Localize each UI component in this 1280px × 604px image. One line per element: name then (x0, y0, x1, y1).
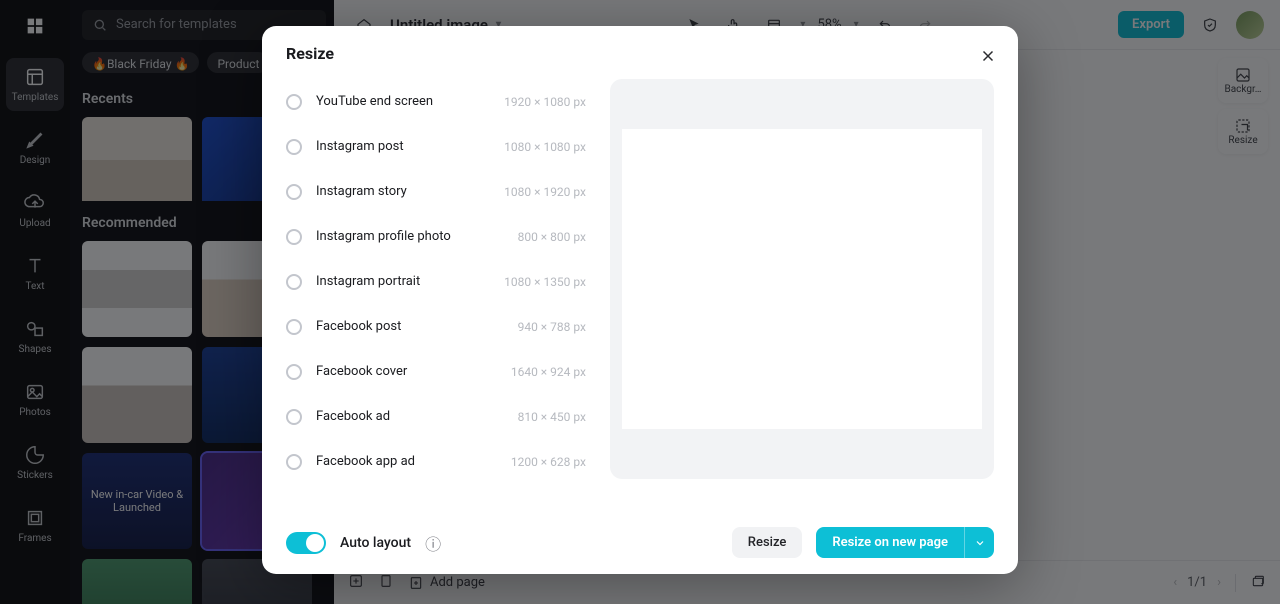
preview-canvas (622, 129, 982, 429)
dialog-footer: Auto layout ⓘ Resize Resize on new page (262, 511, 1018, 574)
chevron-down-icon[interactable] (964, 527, 994, 558)
resize-dialog: Resize YouTube end screen 1920 × 1080 px… (262, 26, 1018, 574)
size-option[interactable]: Instagram portrait 1080 × 1350 px (286, 259, 586, 304)
resize-action-button[interactable]: Resize (732, 527, 803, 558)
auto-layout-label: Auto layout (340, 535, 411, 551)
size-list: YouTube end screen 1920 × 1080 px Instag… (286, 79, 586, 511)
auto-layout-toggle[interactable] (286, 532, 326, 554)
radio-icon (286, 94, 302, 110)
preview-pane (610, 79, 994, 479)
close-button[interactable] (974, 42, 1002, 70)
radio-icon (286, 184, 302, 200)
radio-icon (286, 454, 302, 470)
size-option[interactable]: Facebook app ad 1200 × 628 px (286, 439, 586, 484)
radio-icon (286, 229, 302, 245)
radio-icon (286, 409, 302, 425)
size-option[interactable]: YouTube end screen 1920 × 1080 px (286, 79, 586, 124)
radio-icon (286, 364, 302, 380)
info-icon[interactable]: ⓘ (425, 531, 441, 555)
size-option[interactable]: Instagram post 1080 × 1080 px (286, 124, 586, 169)
dialog-title: Resize (262, 26, 1018, 75)
size-option[interactable]: Facebook cover 1640 × 924 px (286, 349, 586, 394)
size-option[interactable]: Instagram story 1080 × 1920 px (286, 169, 586, 214)
size-option[interactable]: Facebook ad 810 × 450 px (286, 394, 586, 439)
radio-icon (286, 274, 302, 290)
resize-new-page-button[interactable]: Resize on new page (816, 527, 994, 558)
size-option[interactable]: Facebook post 940 × 788 px (286, 304, 586, 349)
close-icon (979, 47, 997, 65)
radio-icon (286, 139, 302, 155)
size-option[interactable]: Instagram profile photo 800 × 800 px (286, 214, 586, 259)
radio-icon (286, 319, 302, 335)
